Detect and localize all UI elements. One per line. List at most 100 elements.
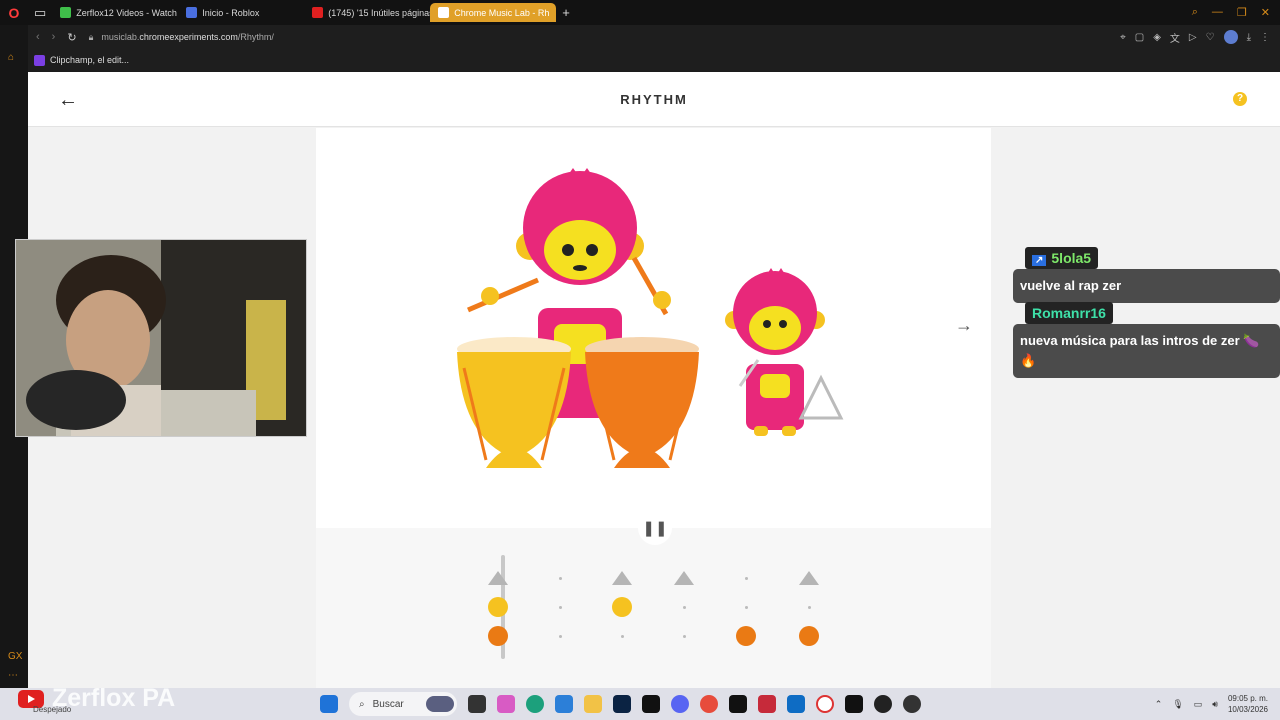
new-tab-button[interactable]: + <box>556 5 576 20</box>
capcut-icon[interactable] <box>642 695 660 713</box>
bookmarks-bar: Clipchamp, el edit... <box>28 49 1280 71</box>
microphone-icon[interactable]: 🎙︎ <box>1172 699 1183 710</box>
search-icon: ⌕ <box>359 698 365 710</box>
snapshot-icon[interactable]: ▢ <box>1135 32 1144 43</box>
more-icon[interactable]: ⋯ <box>8 670 18 681</box>
taskbar-search[interactable]: ⌕ Buscar <box>349 692 457 716</box>
valorant-icon[interactable] <box>758 695 776 713</box>
capcut-app-icon[interactable] <box>845 695 863 713</box>
triangle-beat-empty[interactable] <box>745 577 748 580</box>
aria-icon[interactable]: ⌂ <box>8 52 14 63</box>
chat-username: ↗ 5lola5 <box>1025 247 1099 269</box>
play-icon[interactable]: ▷ <box>1189 32 1197 43</box>
sequencer-column <box>610 555 634 665</box>
chat-message-text: nueva música para las intros de zer 🍆🔥 <box>1013 324 1280 378</box>
triangle-beat-empty[interactable] <box>559 577 562 580</box>
photoshop-icon[interactable] <box>613 695 631 713</box>
search-icon[interactable]: ⌕ <box>1192 6 1198 19</box>
yellow-drum-beat-empty[interactable] <box>808 606 811 609</box>
tab-roblox[interactable]: Inicio - Roblox <box>178 3 304 22</box>
menu-icon[interactable]: ⋮ <box>1260 32 1270 43</box>
search-placeholder: Buscar <box>372 698 404 710</box>
system-tray: ⌃ 🎙︎ ▭ 🔊︎ 09:05 p. m. 10/03/2026 <box>1155 688 1268 720</box>
kick-icon <box>60 7 72 18</box>
taskbar-apps: ⌕ Buscar <box>320 688 921 720</box>
chevron-up-icon[interactable]: ⌃ <box>1155 699 1163 710</box>
url-field[interactable]: 🔒︎ musiclab.chromeexperiments.com/Rhythm… <box>89 32 274 43</box>
speaker-icon <box>438 7 450 18</box>
rhythm-stage <box>316 128 991 528</box>
outlook-icon[interactable] <box>787 695 805 713</box>
clock-time: 09:05 p. m. <box>1227 694 1268 703</box>
tab-zerflox[interactable]: Zerflox12 Videos - Watch <box>52 3 178 22</box>
page-title: RHYTHM <box>620 92 688 107</box>
bookmark-clipchamp[interactable]: Clipchamp, el edit... <box>50 55 129 65</box>
opera-gx-icon[interactable] <box>816 695 834 713</box>
task-view-icon[interactable] <box>468 695 486 713</box>
clock[interactable]: 09:05 p. m. 10/03/2026 <box>1228 693 1268 715</box>
workspace-icon[interactable]: ▭ <box>28 5 52 21</box>
forward-nav-icon[interactable]: › <box>52 31 56 44</box>
restore-icon[interactable]: ❐ <box>1237 6 1247 19</box>
copilot-icon[interactable] <box>497 695 515 713</box>
chat-message-1: ↗ 5lola5 vuelve al rap zer <box>1013 247 1280 303</box>
opera-logo-icon[interactable]: O <box>0 0 28 25</box>
pin-icon[interactable]: ⌖ <box>1120 32 1126 43</box>
chat-message-text: vuelve al rap zer <box>1013 269 1280 303</box>
pause-button[interactable]: ❚❚ <box>638 511 672 545</box>
windows-start-icon[interactable] <box>320 695 338 713</box>
orange-drum-beat[interactable] <box>488 626 508 646</box>
back-nav-icon[interactable]: ‹ <box>36 31 40 44</box>
heart-icon[interactable]: ♡ <box>1206 32 1215 43</box>
close-icon[interactable]: ✕ <box>1261 6 1270 19</box>
app-icon[interactable] <box>903 695 921 713</box>
triangle-beat[interactable] <box>799 571 819 585</box>
sequencer-column <box>797 555 821 665</box>
chrome-icon[interactable] <box>700 695 718 713</box>
yellow-drum-beat-empty[interactable] <box>683 606 686 609</box>
orange-drum-beat-empty[interactable] <box>621 635 624 638</box>
yellow-drum-beat-empty[interactable] <box>559 606 562 609</box>
store-icon[interactable] <box>555 695 573 713</box>
next-arrow-button[interactable]: → <box>948 309 980 341</box>
download-icon[interactable]: ⤓ <box>1247 32 1251 43</box>
orange-drum-beat[interactable] <box>799 626 819 646</box>
yellow-drum <box>457 337 571 468</box>
url-path: /Rhythm/ <box>237 32 274 42</box>
triangle-beat[interactable] <box>612 571 632 585</box>
capcut-pc-icon[interactable] <box>729 695 747 713</box>
volume-icon[interactable]: 🔊︎ <box>1212 699 1218 710</box>
obs-icon[interactable] <box>874 695 892 713</box>
yellow-drum-beat[interactable] <box>612 597 632 617</box>
orange-drum-beat-empty[interactable] <box>559 635 562 638</box>
shield-icon[interactable]: ◈ <box>1153 32 1161 43</box>
address-bar: ‹ › ↻ 🔒︎ musiclab.chromeexperiments.com/… <box>28 25 1280 49</box>
folder-icon[interactable] <box>584 695 602 713</box>
chat-username: Romanrr16 <box>1025 302 1113 324</box>
minimize-icon[interactable]: — <box>1212 6 1223 19</box>
network-icon[interactable]: ▭ <box>1194 699 1203 710</box>
monkey-drummers-illustration[interactable] <box>316 128 991 528</box>
orange-drum <box>585 337 699 468</box>
orange-drum-beat[interactable] <box>736 626 756 646</box>
webcam-overlay <box>15 239 307 437</box>
tab-label: Zerflox12 Videos - Watch <box>76 7 177 18</box>
tab-music-lab[interactable]: Chrome Music Lab - Rh <box>430 3 557 22</box>
url-prefix: musiclab. <box>101 32 140 42</box>
edge-icon[interactable] <box>526 695 544 713</box>
gx-icon[interactable]: GX <box>8 651 22 662</box>
verified-icon: ↗ <box>1032 255 1047 266</box>
discord-icon[interactable] <box>671 695 689 713</box>
yellow-drum-beat-empty[interactable] <box>745 606 748 609</box>
tab-youtube[interactable]: (1745) '15 Inútiles páginas <box>304 3 430 22</box>
triangle-beat[interactable] <box>488 571 508 585</box>
reload-icon[interactable]: ↻ <box>67 31 76 44</box>
yellow-drum-beat[interactable] <box>488 597 508 617</box>
orange-drum-beat-empty[interactable] <box>683 635 686 638</box>
help-icon[interactable]: ? <box>1233 92 1247 106</box>
triangle-beat[interactable] <box>674 571 694 585</box>
tab-label: Inicio - Roblox <box>202 7 260 18</box>
profile-avatar[interactable] <box>1223 30 1238 44</box>
translate-icon[interactable]: 文 <box>1170 30 1180 45</box>
roblox-icon <box>186 7 198 18</box>
